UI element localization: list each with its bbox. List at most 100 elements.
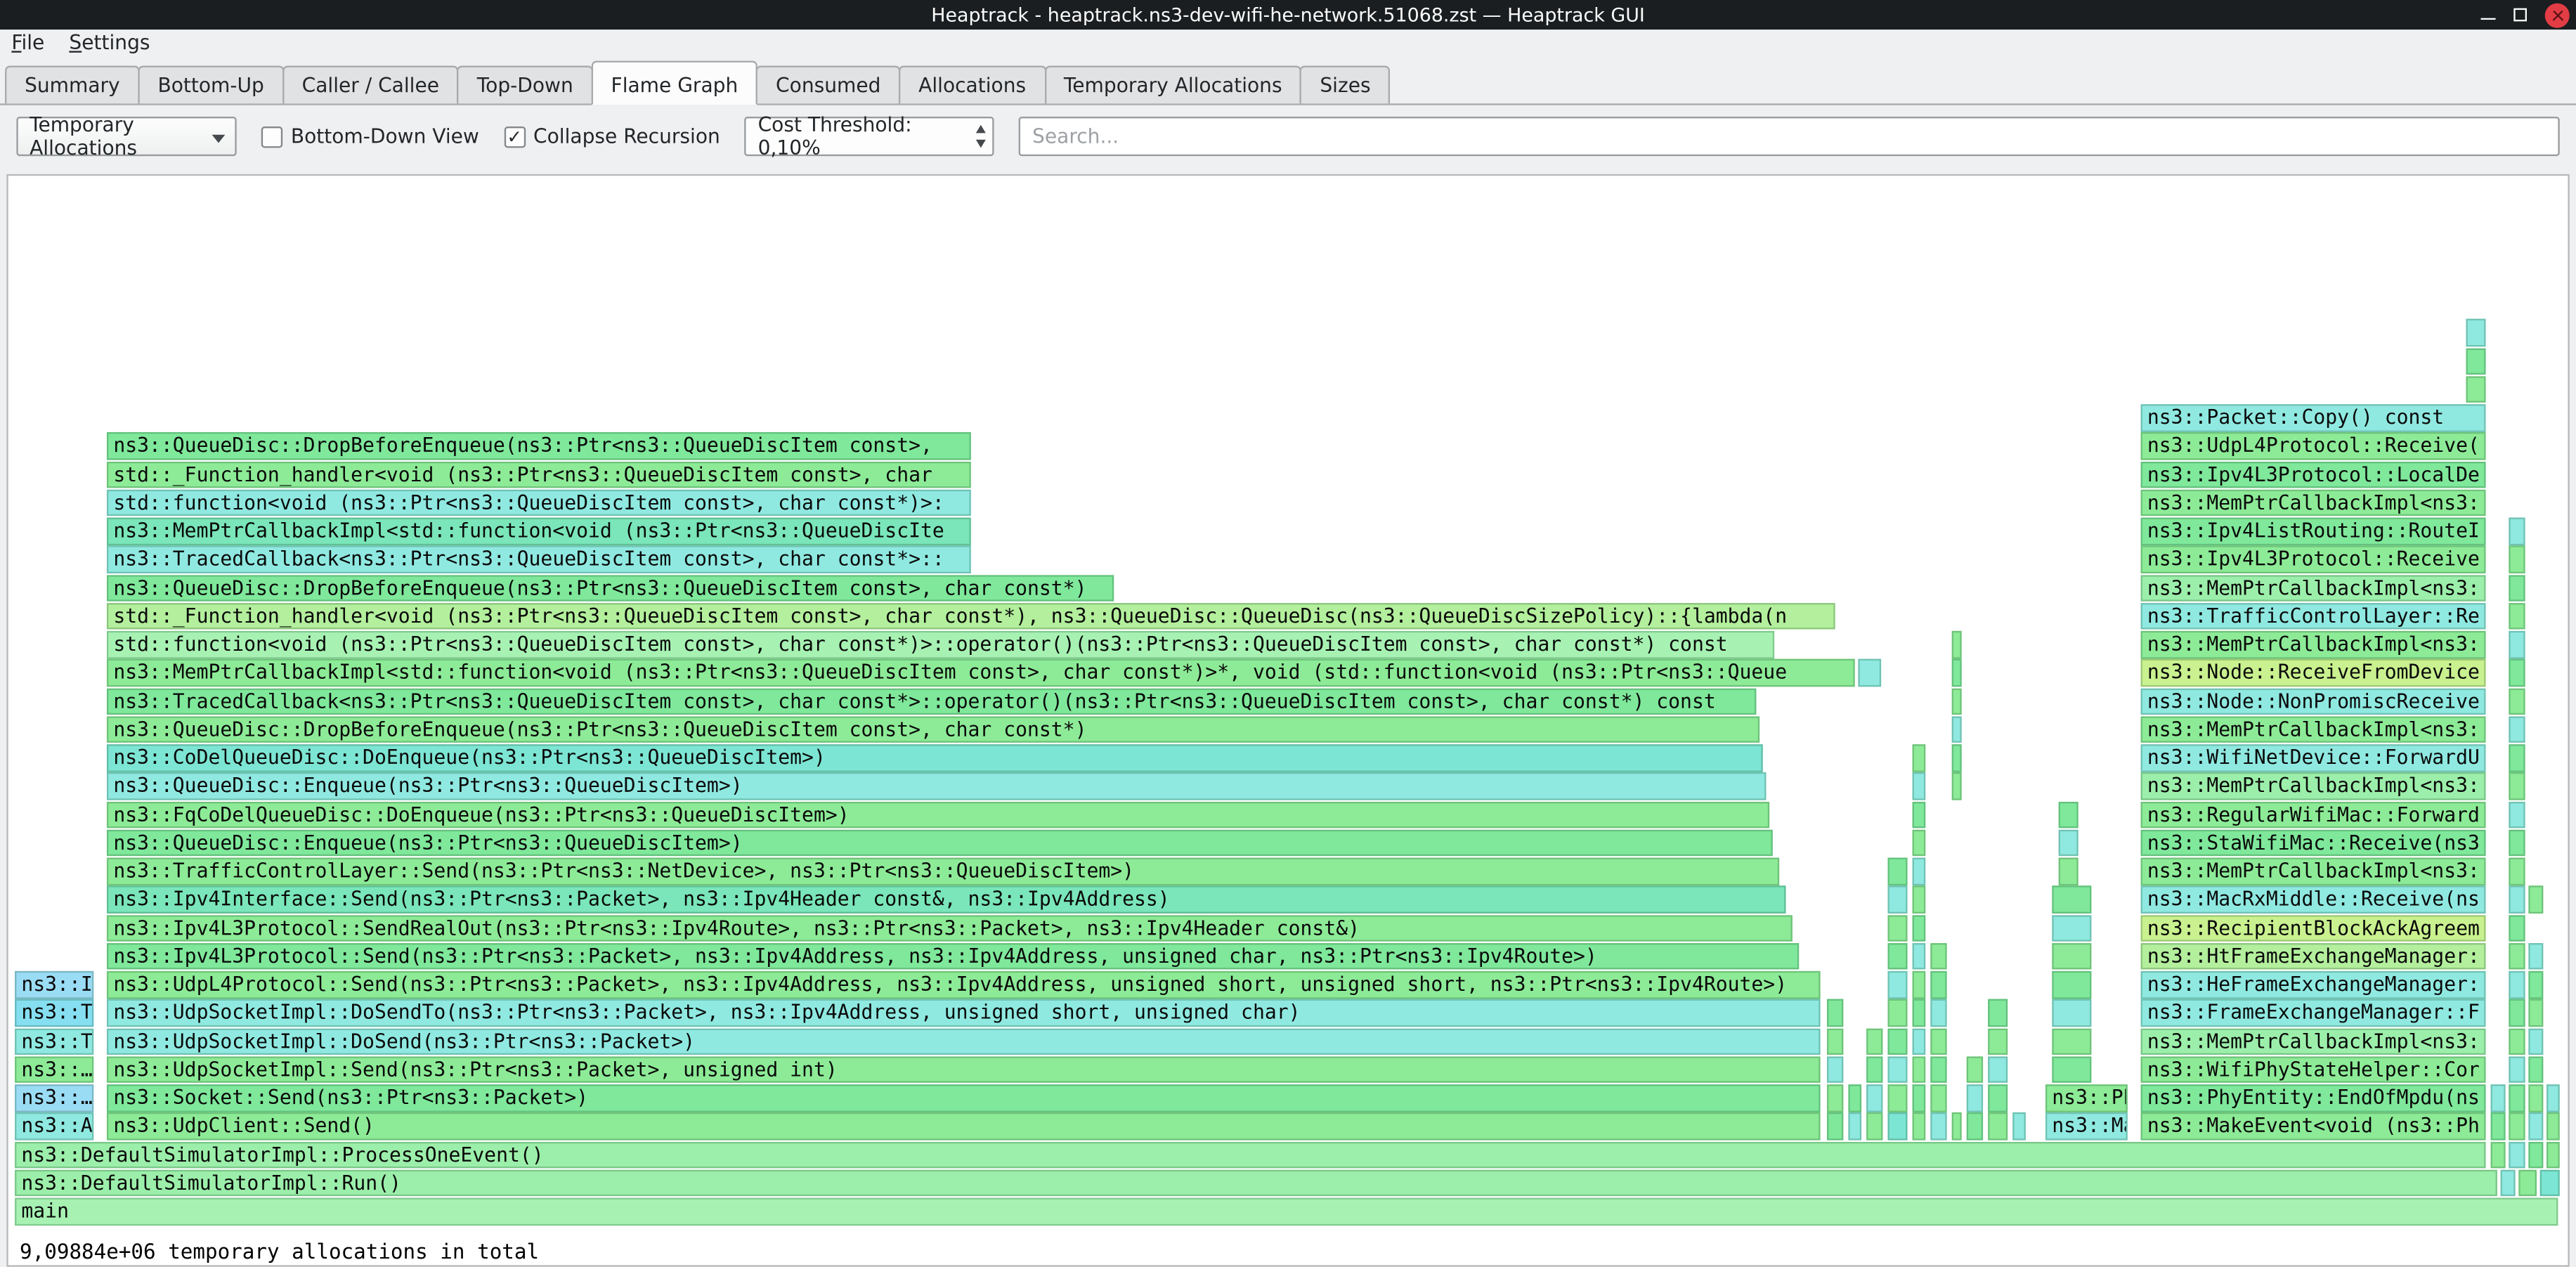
flame-cell[interactable]: ns3::UdpSocketImpl::DoSend(ns3::Ptr<ns3:… xyxy=(107,1027,1821,1055)
flame-cell[interactable] xyxy=(1952,631,1962,658)
flame-cell[interactable] xyxy=(2491,1141,2506,1169)
flame-cell[interactable]: ns3::I xyxy=(15,971,93,999)
flame-cell[interactable]: ns3::QueueDisc::Enqueue(ns3::Ptr<ns3::Qu… xyxy=(107,829,1773,857)
collapse-recursion-checkbox[interactable]: Collapse Recursion xyxy=(504,125,720,148)
flame-cell[interactable]: ns3::TrafficControlLayer::Send(ns3::Ptr<… xyxy=(107,857,1779,885)
flame-cell[interactable] xyxy=(2518,1169,2537,1197)
flame-cell[interactable] xyxy=(2509,716,2525,743)
flame-cell[interactable] xyxy=(2059,801,2079,829)
flame-cell[interactable] xyxy=(1848,1112,1861,1140)
flame-cell[interactable] xyxy=(2528,971,2543,999)
flame-cell[interactable] xyxy=(2509,829,2525,857)
flame-cell[interactable]: ns3::MemPtrCallbackImpl<ns3: xyxy=(2141,574,2486,602)
flame-cell[interactable] xyxy=(2528,1027,2543,1055)
flame-cell[interactable]: ns3::A. xyxy=(15,1112,93,1140)
menu-settings[interactable]: Settings xyxy=(69,31,150,54)
flame-cell[interactable]: ns3::MemPtrCallbackImpl<ns3: xyxy=(2141,489,2486,516)
flame-cell[interactable]: ns3::RecipientBlockAckAgreem xyxy=(2141,914,2486,942)
flame-cell[interactable] xyxy=(2501,1169,2516,1197)
flame-cell[interactable]: ns3::MemPtrCallbackImpl<ns3: xyxy=(2141,631,2486,658)
flame-cell[interactable] xyxy=(1866,1112,1882,1140)
flame-cell[interactable] xyxy=(1952,659,1962,687)
flame-cell[interactable]: ns3::MemPtrCallbackImpl<ns3: xyxy=(2141,1027,2486,1055)
flame-cell[interactable] xyxy=(2528,1141,2543,1169)
flame-cell[interactable]: ns3::MemPtrCallbackImpl<ns3: xyxy=(2141,772,2486,800)
flame-cell[interactable] xyxy=(1988,1027,2008,1055)
search-input[interactable] xyxy=(1019,117,2559,156)
tab-consumed[interactable]: Consumed xyxy=(756,66,900,104)
flame-cell[interactable] xyxy=(1913,942,1926,970)
menu-file[interactable]: File xyxy=(11,31,44,54)
flame-cell[interactable] xyxy=(1913,999,1926,1027)
flame-cell[interactable]: ns3::Ph… xyxy=(2045,1084,2128,1112)
flame-cell[interactable]: ns3::Ipv4L3Protocol::LocalDe xyxy=(2141,461,2486,488)
flame-cell[interactable]: ns3::MacRxMiddle::Receive(ns xyxy=(2141,886,2486,914)
flame-cell[interactable] xyxy=(1930,971,1946,999)
flame-cell[interactable] xyxy=(1988,999,2008,1027)
flame-cell[interactable] xyxy=(2012,1112,2026,1140)
flame-cell[interactable] xyxy=(1913,857,1926,885)
flame-cell[interactable]: ns3::QueueDisc::DropBeforeEnqueue(ns3::P… xyxy=(107,716,1759,743)
flame-cell[interactable]: ns3::StaWifiMac::Receive(ns3 xyxy=(2141,829,2486,857)
flame-cell[interactable] xyxy=(1930,942,1946,970)
flame-cell[interactable]: ns3::HtFrameExchangeManager: xyxy=(2141,942,2486,970)
flame-cell[interactable] xyxy=(2509,744,2525,772)
flame-cell[interactable]: ns3::UdpL4Protocol::Send(ns3::Ptr<ns3::P… xyxy=(107,971,1821,999)
tab-sizes[interactable]: Sizes xyxy=(1300,66,1390,104)
flame-cell[interactable] xyxy=(1913,914,1926,942)
flame-cell[interactable] xyxy=(1952,687,1962,715)
flame-cell[interactable] xyxy=(1827,1084,1843,1112)
flame-cell[interactable] xyxy=(2509,971,2525,999)
flame-cell[interactable]: ns3::T xyxy=(15,999,93,1027)
flame-cell[interactable]: ns3::WifiNetDevice::ForwardU xyxy=(2141,744,2486,772)
flame-cell[interactable] xyxy=(1887,1056,1907,1084)
flame-cell[interactable]: ns3::Node::NonPromiscReceive xyxy=(2141,687,2486,715)
flame-cell[interactable]: ns3::… xyxy=(15,1084,93,1112)
flame-cell[interactable]: ns3::QueueDisc::DropBeforeEnqueue(ns3::P… xyxy=(107,433,971,460)
flame-cell[interactable] xyxy=(2466,376,2485,403)
flame-cell[interactable]: ns3::QueueDisc::DropBeforeEnqueue(ns3::P… xyxy=(107,574,1114,602)
flame-cell[interactable]: std::function<void (ns3::Ptr<ns3::QueueD… xyxy=(107,631,1774,658)
flame-cell[interactable] xyxy=(1952,744,1962,772)
flame-cell[interactable] xyxy=(2052,914,2091,942)
flame-cell[interactable]: ns3::Ipv4Interface::Send(ns3::Ptr<ns3::P… xyxy=(107,886,1786,914)
flame-cell[interactable] xyxy=(1887,942,1907,970)
flame-cell[interactable] xyxy=(2059,857,2079,885)
flame-cell[interactable] xyxy=(2528,1112,2543,1140)
flame-cell[interactable]: std::_Function_handler<void (ns3::Ptr<ns… xyxy=(107,602,1835,630)
flame-cell[interactable]: ns3::TracedCallback<ns3::Ptr<ns3::QueueD… xyxy=(107,687,1756,715)
flame-cell[interactable] xyxy=(1887,857,1907,885)
flame-cell[interactable] xyxy=(2052,1027,2091,1055)
flame-cell[interactable] xyxy=(1887,1027,1907,1055)
flame-cell[interactable]: ns3::QueueDisc::Enqueue(ns3::Ptr<ns3::Qu… xyxy=(107,772,1766,800)
flame-cell[interactable] xyxy=(1913,1027,1926,1055)
flame-cell[interactable]: std::_Function_handler<void (ns3::Ptr<ns… xyxy=(107,461,971,488)
flame-cell[interactable] xyxy=(2052,971,2091,999)
flame-cell[interactable]: ns3::Socket::Send(ns3::Ptr<ns3::Packet>) xyxy=(107,1084,1821,1112)
spin-down-icon[interactable] xyxy=(977,140,987,148)
cost-type-combobox[interactable]: Temporary Allocations xyxy=(16,117,236,156)
flame-cell[interactable] xyxy=(1827,1056,1843,1084)
flame-cell[interactable]: ns3::UdpSocketImpl::Send(ns3::Ptr<ns3::P… xyxy=(107,1056,1821,1084)
flame-cell[interactable] xyxy=(2466,348,2485,375)
tab-bottom-up[interactable]: Bottom-Up xyxy=(138,66,284,104)
flame-cell[interactable] xyxy=(1952,1112,1962,1140)
flame-cell[interactable]: ns3::MemPtrCallbackImpl<ns3: xyxy=(2141,716,2486,743)
flame-cell[interactable]: ns3::Ma… xyxy=(2045,1112,2128,1140)
tab-caller-callee[interactable]: Caller / Callee xyxy=(282,66,459,104)
flame-cell[interactable] xyxy=(1930,1027,1946,1055)
flame-cell[interactable] xyxy=(2509,546,2525,573)
flame-cell[interactable] xyxy=(1887,886,1907,914)
flame-cell[interactable] xyxy=(2509,602,2525,630)
flame-cell[interactable]: ns3::… xyxy=(15,1056,93,1084)
flame-cell[interactable]: ns3::Ipv4L3Protocol::Receive xyxy=(2141,546,2486,573)
flame-cell[interactable] xyxy=(2509,1084,2525,1112)
flame-cell[interactable] xyxy=(2509,857,2525,885)
tab-flame-graph[interactable]: Flame Graph xyxy=(591,61,757,105)
flame-cell[interactable] xyxy=(1913,772,1926,800)
flame-cell[interactable] xyxy=(2509,801,2525,829)
flame-cell[interactable] xyxy=(1913,1084,1926,1112)
flame-cell[interactable]: ns3::MemPtrCallbackImpl<ns3: xyxy=(2141,857,2486,885)
close-icon[interactable] xyxy=(2545,3,2570,27)
flame-cell[interactable] xyxy=(1952,716,1962,743)
